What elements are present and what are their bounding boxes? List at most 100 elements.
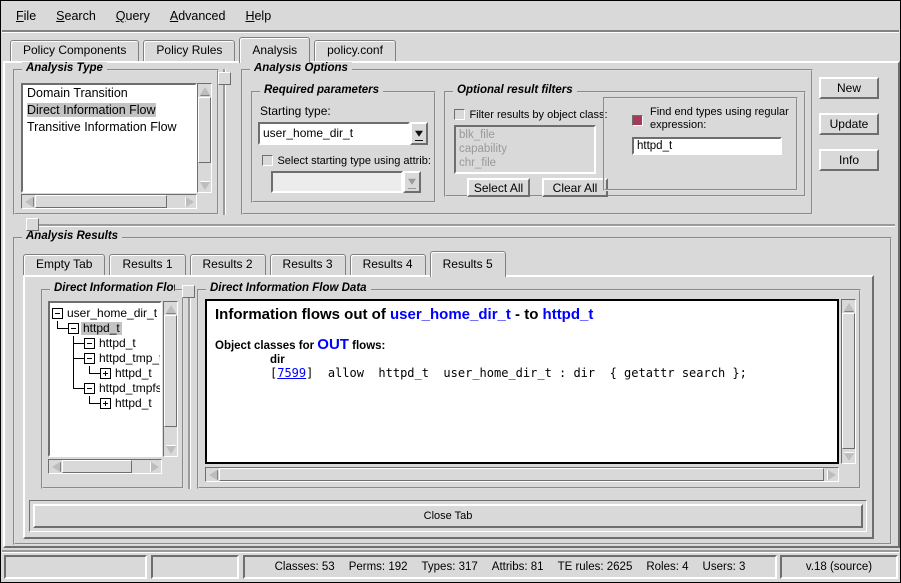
scroll-down-arrow-icon[interactable]: [198, 179, 211, 192]
analysis-type-item[interactable]: Domain Transition: [23, 85, 195, 102]
starting-type-dropdown-button[interactable]: [410, 122, 428, 145]
menu-file[interactable]: File: [6, 6, 46, 26]
tree-node-label[interactable]: user_home_dir_t: [65, 307, 159, 320]
tree-connector-line: [74, 358, 84, 359]
tree-data-sash[interactable]: [188, 289, 190, 489]
scrollbar-thumb[interactable]: [842, 313, 855, 449]
tree-node[interactable]: httpd_t: [50, 336, 160, 351]
tree-node-label[interactable]: httpd_t: [97, 337, 138, 350]
flow-tree-hscrollbar[interactable]: [48, 459, 162, 474]
flow-heading: Information flows out of user_home_dir_t…: [215, 306, 829, 323]
flow-data-vscrollbar[interactable]: [841, 299, 856, 464]
status-panel-left: [4, 555, 147, 579]
new-button[interactable]: New: [819, 77, 879, 99]
tree-node[interactable]: httpd_t: [50, 321, 160, 336]
scrollbar-thumb[interactable]: [35, 195, 167, 208]
tree-node-label[interactable]: httpd_t: [81, 322, 122, 335]
scroll-right-arrow-icon[interactable]: [183, 195, 196, 208]
scroll-down-arrow-icon[interactable]: [164, 443, 177, 456]
scrollbar-thumb[interactable]: [62, 460, 132, 473]
attrib-checkbox[interactable]: [262, 155, 273, 166]
scrollbar-thumb[interactable]: [164, 315, 177, 427]
scroll-up-arrow-icon[interactable]: [198, 84, 211, 97]
tree-node-label[interactable]: httpd_t: [113, 397, 154, 410]
results-tab-results-3[interactable]: Results 3: [270, 254, 346, 275]
analysis-type-item[interactable]: Direct Information Flow: [23, 102, 195, 119]
tree-node-label[interactable]: httpd_tmp_t: [97, 352, 162, 365]
results-tab-empty-tab[interactable]: Empty Tab: [23, 254, 105, 275]
menu-separator: [2, 30, 899, 32]
scroll-right-arrow-icon[interactable]: [148, 460, 161, 473]
regex-input[interactable]: [632, 137, 782, 155]
results-sash[interactable]: [39, 224, 895, 226]
tree-collapse-icon[interactable]: [84, 338, 95, 349]
scroll-right-arrow-icon[interactable]: [825, 468, 838, 481]
info-button[interactable]: Info: [819, 149, 879, 171]
tree-node[interactable]: httpd_tmpfs_t: [50, 381, 160, 396]
tree-node-label[interactable]: httpd_tmpfs_t: [97, 382, 162, 395]
results-tab-results-4[interactable]: Results 4: [350, 254, 426, 275]
tab-policy-rules[interactable]: Policy Rules: [143, 40, 235, 61]
flow-tree[interactable]: user_home_dir_t httpd_t httpd_t httpd_tmp_t…: [48, 301, 162, 457]
menu-advanced[interactable]: Advanced: [160, 6, 236, 26]
close-tab-button[interactable]: Close Tab: [33, 504, 863, 528]
scroll-up-arrow-icon[interactable]: [842, 300, 855, 313]
tree-data-sash-handle[interactable]: [182, 285, 195, 298]
pane-sash-vertical[interactable]: [223, 69, 225, 215]
tree-expand-icon[interactable]: [100, 398, 111, 409]
scroll-left-arrow-icon[interactable]: [49, 460, 62, 473]
select-all-button[interactable]: Select All: [467, 178, 530, 197]
tree-expand-icon[interactable]: [100, 368, 111, 379]
starting-type-value[interactable]: user_home_dir_t: [258, 122, 410, 145]
regex-checkbox-label: Find end types using regular expression:: [650, 106, 789, 132]
tree-node[interactable]: httpd_tmp_t: [50, 351, 160, 366]
menu-help[interactable]: Help: [235, 6, 281, 26]
pane-sash-handle[interactable]: [218, 72, 231, 85]
tree-collapse-icon[interactable]: [52, 308, 63, 319]
rule-number-link[interactable]: 7599: [277, 366, 306, 380]
results-tab-results-1[interactable]: Results 1: [109, 254, 185, 275]
scroll-down-arrow-icon[interactable]: [842, 450, 855, 463]
results-tab-results-2[interactable]: Results 2: [190, 254, 266, 275]
scroll-left-arrow-icon[interactable]: [22, 195, 35, 208]
scrollbar-thumb[interactable]: [219, 468, 824, 481]
analysis-type-item[interactable]: Transitive Information Flow: [23, 119, 195, 136]
clear-all-button[interactable]: Clear All: [542, 178, 608, 197]
analysis-type-hscrollbar[interactable]: [21, 194, 197, 209]
tree-collapse-icon[interactable]: [84, 383, 95, 394]
tree-node[interactable]: user_home_dir_t: [50, 306, 160, 321]
status-stat: Attribs: 81: [492, 561, 544, 573]
tab-policy-conf[interactable]: policy.conf: [314, 40, 396, 61]
scroll-left-arrow-icon[interactable]: [206, 468, 219, 481]
analysis-type-vscrollbar[interactable]: [197, 83, 212, 193]
object-class-listbox: blk_filecapabilitychr_file: [454, 125, 596, 174]
object-class-checkbox[interactable]: [454, 109, 465, 120]
tree-connector-line: [74, 343, 84, 344]
analysis-type-listbox[interactable]: Domain TransitionDirect Information Flow…: [21, 83, 197, 193]
status-panel-small: [151, 555, 239, 579]
menu-query[interactable]: Query: [106, 6, 160, 26]
tab-policy-components[interactable]: Policy Components: [10, 40, 139, 61]
tab-analysis[interactable]: Analysis: [239, 37, 310, 63]
results-tab-results-5[interactable]: Results 5: [430, 251, 506, 277]
scroll-up-arrow-icon[interactable]: [164, 302, 177, 315]
status-stat: Types: 317: [422, 561, 478, 573]
tree-collapse-icon[interactable]: [84, 353, 95, 364]
policy-version: v.18 (source): [806, 561, 872, 573]
regex-checkbox[interactable]: [632, 115, 643, 126]
scrollbar-thumb[interactable]: [198, 97, 211, 163]
flow-object-class: dir: [215, 354, 829, 366]
flow-data-hscrollbar[interactable]: [205, 467, 839, 482]
tree-node[interactable]: httpd_t: [50, 396, 160, 411]
starting-type-combobox[interactable]: user_home_dir_t: [258, 122, 428, 145]
tree-node[interactable]: httpd_t: [50, 366, 160, 381]
flow-data-textarea[interactable]: Information flows out of user_home_dir_t…: [205, 299, 839, 464]
flow-source-type: user_home_dir_t: [390, 306, 511, 323]
menu-search[interactable]: Search: [46, 6, 106, 26]
object-class-item: capability: [459, 142, 591, 156]
flow-tree-vscrollbar[interactable]: [163, 301, 178, 457]
tree-node-label[interactable]: httpd_t: [113, 367, 154, 380]
update-button[interactable]: Update: [819, 113, 879, 135]
results-sash-handle[interactable]: [26, 218, 39, 231]
tree-collapse-icon[interactable]: [68, 323, 79, 334]
